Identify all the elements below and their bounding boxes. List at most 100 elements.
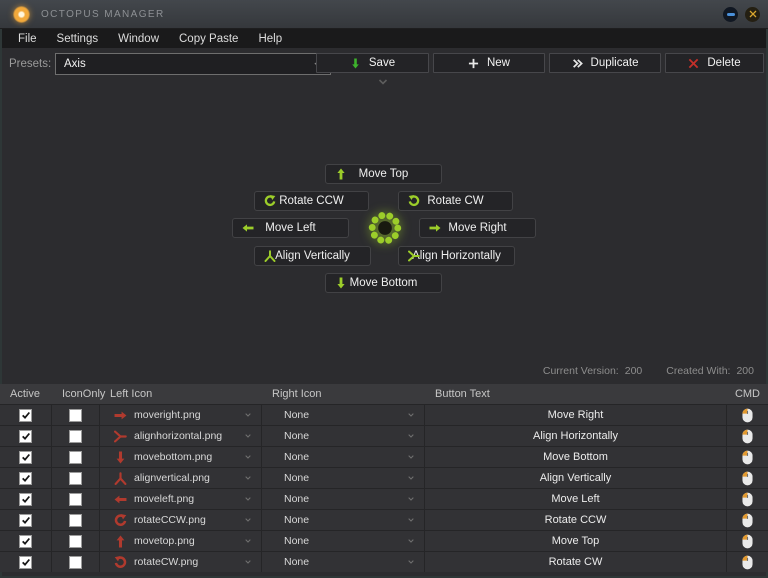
menu-window[interactable]: Window (108, 33, 169, 45)
right-icon-dropdown[interactable]: None (262, 447, 425, 467)
move-top-button[interactable]: Move Top (325, 164, 442, 184)
icononly-checkbox[interactable] (69, 472, 82, 485)
left-icon-dropdown[interactable]: movetop.png (100, 531, 262, 551)
move-left-button[interactable]: Move Left (232, 218, 349, 238)
button-text-cell[interactable]: Move Left (425, 489, 727, 509)
mouse-icon[interactable] (742, 450, 753, 465)
left-icon-dropdown[interactable]: movebottom.png (100, 447, 262, 467)
button-text-cell[interactable]: Rotate CCW (425, 510, 727, 530)
icononly-checkbox[interactable] (69, 556, 82, 569)
left-icon-filename: rotateCW.png (134, 556, 198, 568)
delete-button-label: Delete (707, 57, 740, 69)
mouse-icon[interactable] (742, 555, 753, 570)
left-icon-dropdown[interactable]: moveright.png (100, 405, 262, 425)
button-text-cell[interactable]: Align Horizontally (425, 426, 727, 446)
move-bottom-button[interactable]: Move Bottom (325, 273, 442, 293)
align-horizontally-button[interactable]: Align Horizontally (398, 246, 515, 266)
cmd-cell (727, 489, 768, 509)
delete-x-icon (688, 58, 699, 69)
left-icon-dropdown[interactable]: alignhorizontal.png (100, 426, 262, 446)
octopus-manager-window: { "window": { "title": "OCTOPUS MANAGER"… (0, 0, 768, 578)
rotate-cw-button[interactable]: Rotate CW (398, 191, 513, 211)
mouse-icon[interactable] (742, 408, 753, 423)
chevron-down-icon (407, 516, 415, 524)
menu-settings[interactable]: Settings (47, 33, 109, 45)
titlebar: OCTOPUS MANAGER (0, 0, 768, 29)
right-icon-dropdown[interactable]: None (262, 552, 425, 572)
active-checkbox[interactable] (19, 493, 32, 506)
created-with-value: 200 (736, 365, 754, 377)
button-text-cell[interactable]: Move Bottom (425, 447, 727, 467)
left-icon-dropdown[interactable]: rotateCW.png (100, 552, 262, 572)
icononly-cell (52, 510, 100, 530)
left-icon-dropdown[interactable]: alignvertical.png (100, 468, 262, 488)
mouse-icon[interactable] (742, 429, 753, 444)
active-checkbox[interactable] (19, 451, 32, 464)
duplicate-button[interactable]: Duplicate (549, 53, 661, 73)
align-vertically-button[interactable]: Align Vertically (254, 246, 371, 266)
button-text-cell[interactable]: Move Top (425, 531, 727, 551)
preset-select[interactable]: Axis (55, 53, 331, 75)
icononly-checkbox[interactable] (69, 493, 82, 506)
arrow-up-icon (335, 168, 347, 180)
minimize-button[interactable] (723, 7, 738, 22)
button-text-cell[interactable]: Align Vertically (425, 468, 727, 488)
rotate-ccw-button[interactable]: Rotate CCW (254, 191, 369, 211)
chevron-down-icon (244, 432, 252, 440)
icononly-checkbox[interactable] (69, 535, 82, 548)
left-icon-glyph (114, 472, 127, 485)
right-icon-dropdown[interactable]: None (262, 468, 425, 488)
left-icon-filename: moveright.png (134, 409, 201, 421)
chevron-down-icon (407, 453, 415, 461)
active-checkbox[interactable] (19, 430, 32, 443)
button-text-value: Rotate CW (549, 556, 603, 568)
menu-file[interactable]: File (8, 33, 47, 45)
right-icon-dropdown[interactable]: None (262, 531, 425, 551)
right-icon-dropdown[interactable]: None (262, 405, 425, 425)
left-icon-dropdown[interactable]: rotateCCW.png (100, 510, 262, 530)
move-right-label: Move Right (426, 222, 529, 234)
button-text-cell[interactable]: Move Right (425, 405, 727, 425)
icononly-checkbox[interactable] (69, 451, 82, 464)
mouse-icon[interactable] (742, 534, 753, 549)
delete-button[interactable]: Delete (665, 53, 764, 73)
active-checkbox[interactable] (19, 514, 32, 527)
active-checkbox[interactable] (19, 409, 32, 422)
icononly-cell (52, 531, 100, 551)
save-button[interactable]: Save (316, 53, 429, 73)
left-icon-dropdown[interactable]: moveleft.png (100, 489, 262, 509)
left-icon-filename: movebottom.png (134, 451, 212, 463)
table-row: rotateCW.png None Rotate CW (0, 551, 768, 572)
left-icon-filename: alignvertical.png (134, 472, 210, 484)
icononly-checkbox[interactable] (69, 430, 82, 443)
icononly-checkbox[interactable] (69, 409, 82, 422)
col-header-right-icon: Right Icon (262, 388, 425, 400)
close-button[interactable] (745, 7, 760, 22)
right-icon-dropdown[interactable]: None (262, 426, 425, 446)
new-button[interactable]: New (433, 53, 545, 73)
right-icon-dropdown[interactable]: None (262, 510, 425, 530)
move-left-label: Move Left (239, 222, 342, 234)
right-icon-dropdown[interactable]: None (262, 489, 425, 509)
active-checkbox[interactable] (19, 556, 32, 569)
button-text-cell[interactable]: Rotate CW (425, 552, 727, 572)
menu-copy-paste[interactable]: Copy Paste (169, 33, 248, 45)
move-right-button[interactable]: Move Right (419, 218, 536, 238)
mouse-icon[interactable] (742, 492, 753, 507)
active-checkbox[interactable] (19, 472, 32, 485)
mouse-icon[interactable] (742, 471, 753, 486)
cmd-cell (727, 405, 768, 425)
table-header: Active IconOnly Left Icon Right Icon But… (0, 384, 768, 404)
collapse-chevron-icon[interactable] (372, 76, 394, 88)
menu-help[interactable]: Help (248, 33, 292, 45)
cmd-cell (727, 447, 768, 467)
mouse-icon[interactable] (742, 513, 753, 528)
active-cell (0, 531, 52, 551)
active-checkbox[interactable] (19, 535, 32, 548)
icononly-checkbox[interactable] (69, 514, 82, 527)
table-row: moveright.png None Move Right (0, 404, 768, 425)
table-row: alignvertical.png None Align Vertically (0, 467, 768, 488)
chevron-down-icon (244, 537, 252, 545)
presets-label: Presets: (9, 58, 51, 70)
align-vertically-label: Align Vertically (261, 250, 364, 262)
